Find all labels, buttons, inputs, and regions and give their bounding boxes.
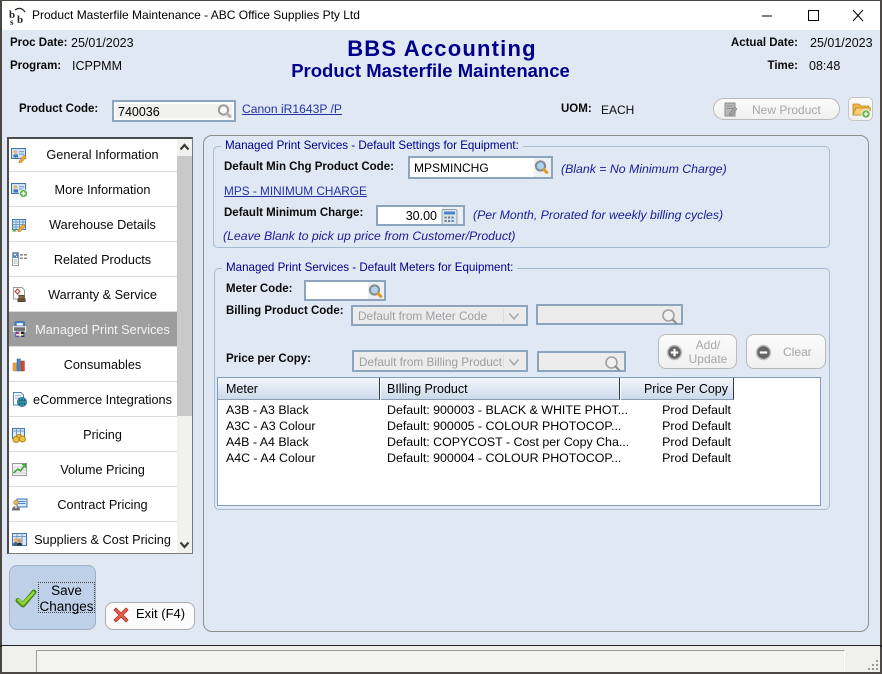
svg-text:s: s xyxy=(10,17,14,26)
svg-text:b: b xyxy=(17,14,23,26)
